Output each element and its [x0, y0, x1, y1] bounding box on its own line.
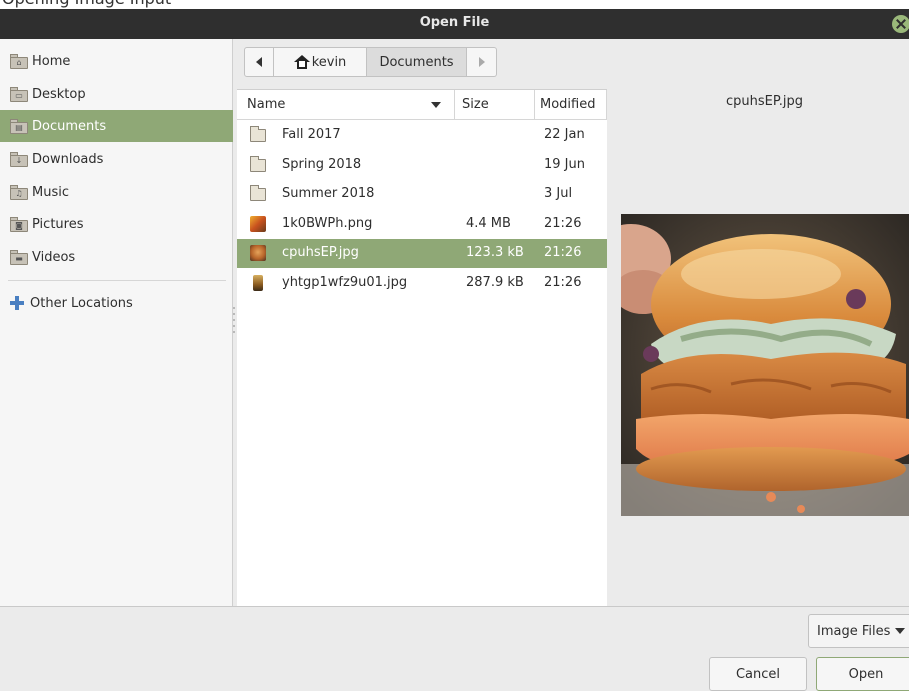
image-thumbnail-icon — [250, 275, 266, 291]
cancel-button[interactable]: Cancel — [709, 657, 807, 691]
path-forward-button[interactable] — [467, 47, 497, 77]
preview-filename: cpuhsEP.jpg — [726, 94, 803, 109]
file-row[interactable]: Summer 2018 3 Jul — [237, 180, 607, 209]
column-header-size-label: Size — [462, 97, 489, 112]
chevron-down-icon — [895, 628, 906, 634]
folder-icon — [250, 126, 266, 143]
column-header-name-label: Name — [247, 97, 286, 112]
path-home-label: kevin — [311, 54, 347, 70]
file-name: cpuhsEP.jpg — [282, 245, 359, 260]
file-size: 287.9 kB — [466, 275, 524, 290]
window-title: Open File — [419, 15, 490, 30]
file-modified: 21:26 — [544, 245, 582, 260]
chevron-left-icon — [256, 57, 262, 67]
file-row-selected[interactable]: cpuhsEP.jpg 123.3 kB 21:26 — [237, 239, 607, 268]
folder-icon — [250, 156, 266, 173]
file-modified: 21:26 — [544, 275, 582, 290]
file-row[interactable]: Spring 2018 19 Jun — [237, 151, 607, 180]
background-caption: Opening Image Input — [0, 0, 909, 9]
documents-folder-icon: ▤ — [10, 118, 28, 134]
file-name: Fall 2017 — [282, 127, 341, 142]
file-size: 4.4 MB — [466, 216, 511, 231]
sidebar-item-label: Music — [32, 184, 69, 200]
sidebar-item-downloads[interactable]: ↓ Downloads — [0, 143, 233, 175]
file-row[interactable]: yhtgp1wfz9u01.jpg 287.9 kB 21:26 — [237, 269, 607, 298]
footer-divider — [0, 606, 909, 607]
home-icon — [293, 55, 310, 69]
file-name: Spring 2018 — [282, 157, 362, 172]
preview-image — [621, 214, 909, 516]
file-type-filter-dropdown[interactable]: Image Files — [808, 614, 909, 648]
chevron-right-icon — [478, 57, 485, 67]
music-folder-icon: ♫ — [10, 184, 28, 200]
column-header-modified[interactable]: Modified — [535, 90, 607, 120]
file-size: 123.3 kB — [466, 245, 524, 260]
file-chooser-dialog: ⌂ Home ▭ Desktop ▤ Documents ↓ Downloads… — [0, 39, 909, 691]
file-name: Summer 2018 — [282, 186, 375, 201]
pane-resize-handle[interactable] — [233, 307, 236, 337]
videos-folder-icon: ▬ — [10, 249, 28, 265]
home-folder-icon: ⌂ — [10, 53, 28, 69]
column-header-name[interactable]: Name — [237, 90, 455, 120]
places-sidebar: ⌂ Home ▭ Desktop ▤ Documents ↓ Downloads… — [0, 39, 233, 606]
sidebar-item-pictures[interactable]: ◙ Pictures — [0, 208, 233, 240]
file-modified: 3 Jul — [544, 186, 573, 201]
image-thumbnail-icon — [250, 216, 266, 232]
file-row[interactable]: Fall 2017 22 Jan — [237, 121, 607, 150]
pictures-folder-icon: ◙ — [10, 216, 28, 232]
column-header-modified-label: Modified — [540, 97, 596, 112]
sidebar-item-documents[interactable]: ▤ Documents — [0, 110, 233, 142]
file-name: 1k0BWPh.png — [282, 216, 373, 231]
close-icon[interactable] — [892, 15, 909, 33]
sort-descending-icon — [431, 102, 441, 108]
sidebar-item-label: Pictures — [32, 216, 84, 232]
sidebar-item-desktop[interactable]: ▭ Desktop — [0, 78, 233, 110]
sidebar-item-label: Home — [32, 53, 71, 69]
title-bar: Open File — [0, 9, 909, 39]
sidebar-item-label: Other Locations — [30, 295, 133, 311]
sidebar-item-label: Desktop — [32, 86, 86, 102]
sidebar-item-other-locations[interactable]: Other Locations — [0, 287, 233, 319]
sidebar-separator — [8, 280, 226, 281]
path-current-button[interactable]: Documents — [367, 47, 467, 77]
path-home-button[interactable]: kevin — [274, 47, 367, 77]
file-modified: 21:26 — [544, 216, 582, 231]
open-button[interactable]: Open — [816, 657, 909, 691]
file-row[interactable]: 1k0BWPh.png 4.4 MB 21:26 — [237, 210, 607, 239]
file-name: yhtgp1wfz9u01.jpg — [282, 275, 408, 290]
column-header-size[interactable]: Size — [455, 90, 535, 120]
plus-icon — [10, 296, 24, 310]
folder-icon — [250, 185, 266, 202]
sidebar-item-home[interactable]: ⌂ Home — [0, 45, 233, 77]
filter-label: Image Files — [817, 623, 891, 639]
sidebar-item-label: Documents — [32, 118, 107, 134]
sandwich-photo — [621, 214, 909, 516]
path-back-button[interactable] — [244, 47, 274, 77]
path-current-label: Documents — [379, 54, 454, 70]
desktop-folder-icon: ▭ — [10, 86, 28, 102]
image-thumbnail-icon — [250, 245, 266, 261]
file-modified: 22 Jan — [544, 127, 585, 142]
downloads-folder-icon: ↓ — [10, 151, 28, 167]
sidebar-item-label: Downloads — [32, 151, 104, 167]
file-modified: 19 Jun — [544, 157, 585, 172]
path-bar: kevin Documents — [244, 47, 497, 77]
sidebar-item-videos[interactable]: ▬ Videos — [0, 241, 233, 273]
sidebar-item-music[interactable]: ♫ Music — [0, 176, 233, 208]
file-list: Name Size Modified Fall 2017 22 Jan Spri… — [237, 89, 607, 606]
background-caption-text: Opening Image Input — [2, 0, 171, 8]
sidebar-item-label: Videos — [32, 249, 76, 265]
